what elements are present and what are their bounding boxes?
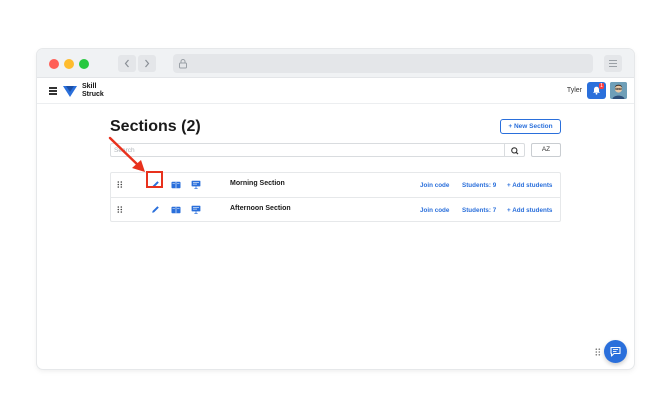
address-bar[interactable] [173, 54, 593, 73]
forward-button[interactable] [138, 55, 156, 72]
user-name[interactable]: Tyler [567, 87, 582, 94]
pencil-icon[interactable] [151, 205, 160, 214]
browser-window: Skill Struck Tyler 1 Sections (2) + New … [37, 49, 634, 369]
search-input[interactable] [111, 144, 504, 156]
annotation-arrow-icon [108, 136, 145, 172]
chat-icon [610, 346, 621, 357]
search-button[interactable] [504, 144, 524, 156]
lock-icon [179, 59, 187, 69]
new-section-button[interactable]: + New Section [500, 119, 561, 134]
user-avatar[interactable] [610, 82, 627, 99]
add-students-link[interactable]: + Add students [507, 207, 552, 214]
maximize-window-button[interactable] [79, 59, 89, 69]
students-count-link[interactable]: Students: 9 [462, 182, 496, 189]
skill-struck-logo-icon[interactable] [62, 83, 78, 99]
sections-list: Morning Section Join code Students: 9 + … [110, 172, 561, 222]
close-window-button[interactable] [49, 59, 59, 69]
section-row-morning: Morning Section Join code Students: 9 + … [111, 173, 560, 198]
search-box [110, 143, 525, 157]
students-count-link[interactable]: Students: 7 [462, 207, 496, 214]
back-button[interactable] [118, 55, 136, 72]
chevron-left-icon [124, 59, 129, 68]
add-students-link[interactable]: + Add students [507, 182, 552, 189]
join-code-link[interactable]: Join code [420, 207, 449, 214]
hamburger-menu-icon[interactable] [49, 87, 57, 95]
drag-handle-icon[interactable] [595, 348, 601, 356]
book-icon[interactable] [171, 206, 181, 214]
browser-menu-button[interactable] [604, 55, 622, 72]
chat-button[interactable] [604, 340, 627, 363]
section-row-afternoon: Afternoon Section Join code Students: 7 … [111, 198, 560, 223]
chevron-right-icon [145, 59, 150, 68]
avatar-image [610, 82, 627, 99]
browser-chrome [37, 49, 634, 78]
section-name[interactable]: Afternoon Section [230, 205, 291, 212]
presentation-icon[interactable] [191, 180, 201, 189]
notification-badge: 1 [599, 83, 604, 89]
drag-handle-icon[interactable] [117, 206, 123, 213]
presentation-icon[interactable] [191, 205, 201, 214]
join-code-link[interactable]: Join code [420, 182, 449, 189]
notifications-button[interactable]: 1 [587, 82, 606, 99]
section-name[interactable]: Morning Section [230, 180, 285, 187]
minimize-window-button[interactable] [64, 59, 74, 69]
page-title: Sections (2) [110, 118, 201, 135]
search-icon [511, 147, 519, 155]
brand-name: Skill Struck [82, 83, 104, 98]
sort-az-button[interactable]: AZ [531, 143, 561, 157]
app-header: Skill Struck Tyler 1 [37, 78, 634, 104]
book-icon[interactable] [171, 181, 181, 189]
